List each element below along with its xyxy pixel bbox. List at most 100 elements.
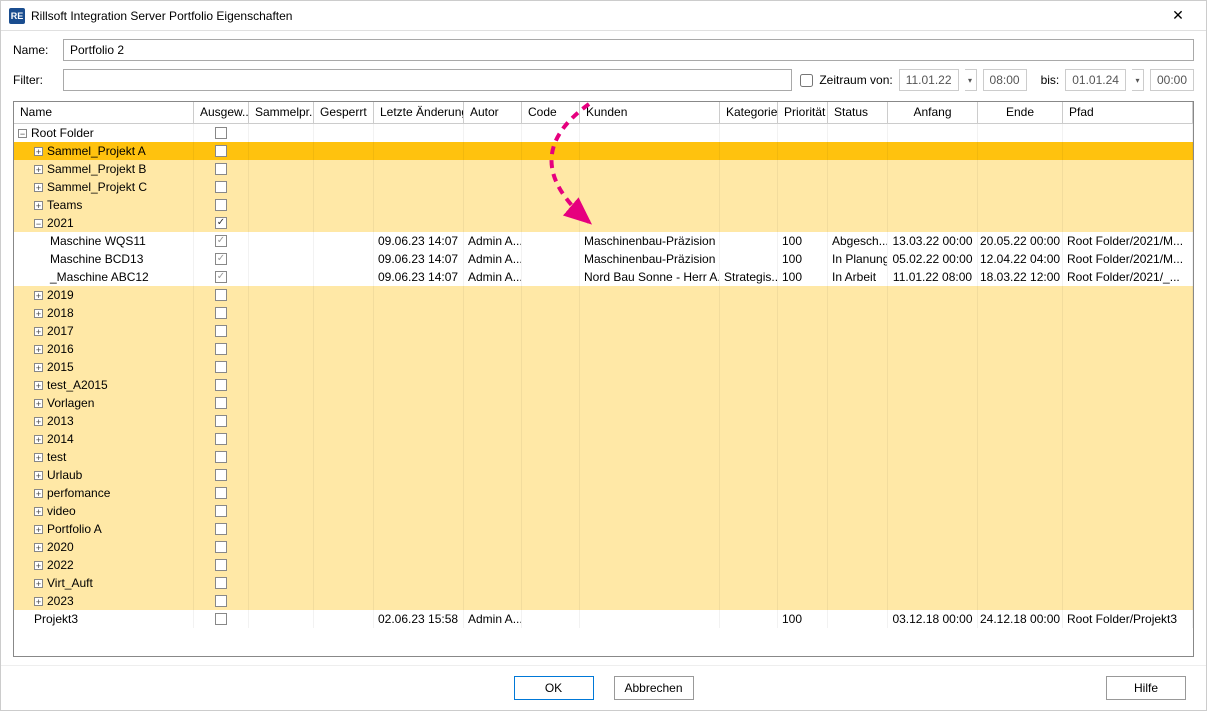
zeitraum-checkbox[interactable] bbox=[800, 74, 813, 87]
table-row[interactable]: Maschine BCD1309.06.23 14:07Admin A...Ma… bbox=[14, 250, 1193, 268]
table-row[interactable]: +2016 bbox=[14, 340, 1193, 358]
row-checkbox[interactable] bbox=[215, 289, 227, 301]
table-row[interactable]: +2020 bbox=[14, 538, 1193, 556]
row-checkbox[interactable] bbox=[215, 307, 227, 319]
table-row[interactable]: +Sammel_Projekt A bbox=[14, 142, 1193, 160]
row-checkbox[interactable] bbox=[215, 613, 227, 625]
table-row[interactable]: −Root Folder bbox=[14, 124, 1193, 142]
expand-icon[interactable]: + bbox=[34, 579, 43, 588]
expand-icon[interactable]: + bbox=[34, 165, 43, 174]
row-checkbox[interactable] bbox=[215, 181, 227, 193]
col-gesperrt[interactable]: Gesperrt bbox=[314, 102, 374, 123]
col-code[interactable]: Code bbox=[522, 102, 580, 123]
expand-icon[interactable]: + bbox=[34, 327, 43, 336]
expand-icon[interactable]: + bbox=[34, 309, 43, 318]
table-row[interactable]: +2015 bbox=[14, 358, 1193, 376]
table-row[interactable]: _Maschine ABC1209.06.23 14:07Admin A...N… bbox=[14, 268, 1193, 286]
cancel-button[interactable]: Abbrechen bbox=[614, 676, 694, 700]
table-row[interactable]: +2014 bbox=[14, 430, 1193, 448]
row-checkbox[interactable] bbox=[215, 415, 227, 427]
col-kategorien[interactable]: Kategorien bbox=[720, 102, 778, 123]
row-checkbox[interactable] bbox=[215, 145, 227, 157]
col-ende[interactable]: Ende bbox=[978, 102, 1063, 123]
expand-icon[interactable]: + bbox=[34, 147, 43, 156]
row-checkbox[interactable] bbox=[215, 541, 227, 553]
row-checkbox[interactable] bbox=[215, 199, 227, 211]
table-row[interactable]: +test_A2015 bbox=[14, 376, 1193, 394]
row-checkbox[interactable] bbox=[215, 253, 227, 265]
table-row[interactable]: +2022 bbox=[14, 556, 1193, 574]
row-checkbox[interactable] bbox=[215, 595, 227, 607]
row-checkbox[interactable] bbox=[215, 235, 227, 247]
row-checkbox[interactable] bbox=[215, 469, 227, 481]
table-row[interactable]: +test bbox=[14, 448, 1193, 466]
col-anfang[interactable]: Anfang bbox=[888, 102, 978, 123]
date-from-dropdown-icon[interactable]: ▾ bbox=[965, 69, 977, 91]
row-checkbox[interactable] bbox=[215, 523, 227, 535]
col-letzte[interactable]: Letzte Änderung bbox=[374, 102, 464, 123]
expand-icon[interactable]: + bbox=[34, 363, 43, 372]
table-row[interactable]: +Sammel_Projekt B bbox=[14, 160, 1193, 178]
row-checkbox[interactable] bbox=[215, 343, 227, 355]
col-sammelpr[interactable]: Sammelpr... bbox=[249, 102, 314, 123]
expand-icon[interactable]: + bbox=[34, 507, 43, 516]
row-checkbox[interactable] bbox=[215, 487, 227, 499]
table-row[interactable]: −2021 bbox=[14, 214, 1193, 232]
help-button[interactable]: Hilfe bbox=[1106, 676, 1186, 700]
row-checkbox[interactable] bbox=[215, 271, 227, 283]
expand-icon[interactable]: + bbox=[34, 435, 43, 444]
table-row[interactable]: +Urlaub bbox=[14, 466, 1193, 484]
table-row[interactable]: +Vorlagen bbox=[14, 394, 1193, 412]
expand-icon[interactable]: + bbox=[34, 201, 43, 210]
row-checkbox[interactable] bbox=[215, 577, 227, 589]
col-status[interactable]: Status bbox=[828, 102, 888, 123]
filter-input[interactable] bbox=[63, 69, 792, 91]
table-row[interactable]: +2019 bbox=[14, 286, 1193, 304]
expand-icon[interactable]: + bbox=[34, 417, 43, 426]
time-from-input[interactable]: 08:00 bbox=[983, 69, 1027, 91]
name-input[interactable] bbox=[63, 39, 1194, 61]
date-from-input[interactable]: 11.01.22 bbox=[899, 69, 959, 91]
table-row[interactable]: Projekt302.06.23 15:58Admin A...10003.12… bbox=[14, 610, 1193, 628]
table-row[interactable]: Maschine WQS1109.06.23 14:07Admin A...Ma… bbox=[14, 232, 1193, 250]
col-autor[interactable]: Autor bbox=[464, 102, 522, 123]
row-checkbox[interactable] bbox=[215, 397, 227, 409]
expand-icon[interactable]: + bbox=[34, 453, 43, 462]
time-to-input[interactable]: 00:00 bbox=[1150, 69, 1194, 91]
row-checkbox[interactable] bbox=[215, 433, 227, 445]
expand-icon[interactable]: + bbox=[34, 183, 43, 192]
expand-icon[interactable]: + bbox=[34, 291, 43, 300]
table-row[interactable]: +Portfolio A bbox=[14, 520, 1193, 538]
col-pfad[interactable]: Pfad bbox=[1063, 102, 1193, 123]
row-checkbox[interactable] bbox=[215, 163, 227, 175]
expand-icon[interactable]: + bbox=[34, 345, 43, 354]
ok-button[interactable]: OK bbox=[514, 676, 594, 700]
table-row[interactable]: +perfomance bbox=[14, 484, 1193, 502]
expand-icon[interactable]: + bbox=[34, 399, 43, 408]
row-checkbox[interactable] bbox=[215, 505, 227, 517]
row-checkbox[interactable] bbox=[215, 379, 227, 391]
row-checkbox[interactable] bbox=[215, 217, 227, 229]
row-checkbox[interactable] bbox=[215, 451, 227, 463]
row-checkbox[interactable] bbox=[215, 325, 227, 337]
table-row[interactable]: +2018 bbox=[14, 304, 1193, 322]
row-checkbox[interactable] bbox=[215, 361, 227, 373]
collapse-icon[interactable]: − bbox=[18, 129, 27, 138]
table-row[interactable]: +2023 bbox=[14, 592, 1193, 610]
col-kunden[interactable]: Kunden bbox=[580, 102, 720, 123]
expand-icon[interactable]: + bbox=[34, 381, 43, 390]
expand-icon[interactable]: + bbox=[34, 543, 43, 552]
table-row[interactable]: +Virt_Auft bbox=[14, 574, 1193, 592]
table-row[interactable]: +2013 bbox=[14, 412, 1193, 430]
col-ausgew[interactable]: Ausgew... bbox=[194, 102, 249, 123]
collapse-icon[interactable]: − bbox=[34, 219, 43, 228]
row-checkbox[interactable] bbox=[215, 127, 227, 139]
date-to-input[interactable]: 01.01.24 bbox=[1065, 69, 1126, 91]
date-to-dropdown-icon[interactable]: ▾ bbox=[1132, 69, 1144, 91]
col-prioritaet[interactable]: Priorität bbox=[778, 102, 828, 123]
close-icon[interactable]: ✕ bbox=[1158, 2, 1198, 30]
table-row[interactable]: +2017 bbox=[14, 322, 1193, 340]
expand-icon[interactable]: + bbox=[34, 525, 43, 534]
table-row[interactable]: +Sammel_Projekt C bbox=[14, 178, 1193, 196]
expand-icon[interactable]: + bbox=[34, 597, 43, 606]
